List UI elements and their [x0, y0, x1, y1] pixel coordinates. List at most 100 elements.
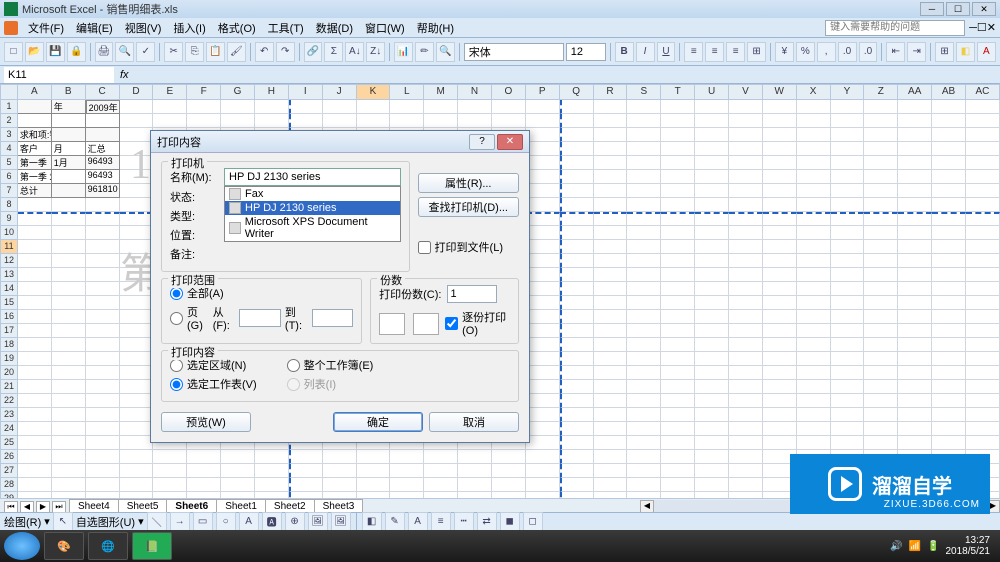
row-header[interactable]: 24: [0, 422, 18, 436]
cell[interactable]: [932, 352, 966, 366]
cell[interactable]: [560, 422, 594, 436]
cell[interactable]: [864, 352, 898, 366]
cell[interactable]: [864, 198, 898, 212]
cell[interactable]: [864, 254, 898, 268]
cell[interactable]: [560, 408, 594, 422]
zoom-icon[interactable]: 🔍: [436, 42, 455, 62]
menu-window[interactable]: 窗口(W): [359, 18, 411, 38]
cell[interactable]: [695, 156, 729, 170]
cell[interactable]: [52, 394, 86, 408]
cell[interactable]: [594, 366, 628, 380]
cell[interactable]: [661, 128, 695, 142]
cell[interactable]: [153, 100, 187, 114]
cell[interactable]: [594, 380, 628, 394]
cell[interactable]: [627, 394, 661, 408]
cell[interactable]: [627, 352, 661, 366]
cell[interactable]: [526, 436, 560, 450]
cell[interactable]: [797, 282, 831, 296]
cell[interactable]: [831, 380, 865, 394]
col-header-C[interactable]: C: [86, 84, 120, 100]
doc-restore[interactable]: ☐: [977, 21, 987, 34]
cell[interactable]: [86, 478, 120, 492]
row-header[interactable]: 11: [0, 240, 18, 254]
cell[interactable]: [695, 324, 729, 338]
cell[interactable]: [864, 296, 898, 310]
cell[interactable]: [187, 100, 221, 114]
cell[interactable]: [695, 366, 729, 380]
underline-icon[interactable]: U: [657, 42, 676, 62]
cell[interactable]: [18, 198, 52, 212]
cell[interactable]: [120, 478, 154, 492]
cell[interactable]: [763, 310, 797, 324]
decrease-decimal-icon[interactable]: .0: [859, 42, 878, 62]
cell[interactable]: [695, 394, 729, 408]
cell[interactable]: [932, 366, 966, 380]
cell[interactable]: [52, 240, 86, 254]
row-header[interactable]: 9: [0, 212, 18, 226]
cell[interactable]: [695, 380, 729, 394]
cell[interactable]: [898, 268, 932, 282]
cell[interactable]: [120, 184, 154, 198]
cell[interactable]: [86, 394, 120, 408]
cell[interactable]: 2009年: [86, 100, 120, 114]
cell[interactable]: [357, 114, 391, 128]
cell[interactable]: [560, 184, 594, 198]
cell[interactable]: [594, 240, 628, 254]
row-header[interactable]: 23: [0, 408, 18, 422]
cell[interactable]: [932, 394, 966, 408]
cell[interactable]: [86, 408, 120, 422]
cell[interactable]: [797, 324, 831, 338]
cell[interactable]: 96493: [86, 156, 120, 170]
cell[interactable]: [898, 240, 932, 254]
cell[interactable]: [932, 296, 966, 310]
cell[interactable]: [560, 478, 594, 492]
font-color-icon[interactable]: A: [977, 42, 996, 62]
cell[interactable]: [560, 366, 594, 380]
cell[interactable]: [120, 254, 154, 268]
cell[interactable]: [18, 366, 52, 380]
cell[interactable]: [932, 198, 966, 212]
cell[interactable]: [797, 422, 831, 436]
col-header-H[interactable]: H: [255, 84, 289, 100]
cell[interactable]: [594, 394, 628, 408]
cell[interactable]: [424, 100, 458, 114]
col-header-S[interactable]: S: [627, 84, 661, 100]
cell[interactable]: [695, 464, 729, 478]
row-header[interactable]: 1: [0, 100, 18, 114]
find-printer-button[interactable]: 查找打印机(D)...: [418, 197, 519, 217]
cell[interactable]: [120, 366, 154, 380]
cell[interactable]: [729, 394, 763, 408]
cell[interactable]: 总计: [18, 184, 52, 198]
cell[interactable]: [594, 142, 628, 156]
italic-icon[interactable]: I: [636, 42, 655, 62]
cell[interactable]: [729, 100, 763, 114]
cell[interactable]: [932, 240, 966, 254]
menu-tools[interactable]: 工具(T): [262, 18, 310, 38]
cell[interactable]: [661, 114, 695, 128]
cell[interactable]: [729, 422, 763, 436]
cell[interactable]: [323, 450, 357, 464]
cell[interactable]: [695, 240, 729, 254]
cell[interactable]: [86, 450, 120, 464]
percent-icon[interactable]: %: [796, 42, 815, 62]
cell[interactable]: [120, 142, 154, 156]
col-header-E[interactable]: E: [153, 84, 187, 100]
cell[interactable]: [120, 422, 154, 436]
align-center-icon[interactable]: ≡: [705, 42, 724, 62]
cell[interactable]: [763, 422, 797, 436]
cell[interactable]: 年: [52, 100, 86, 114]
cell[interactable]: [695, 408, 729, 422]
cell[interactable]: [966, 198, 1000, 212]
minimize-button[interactable]: ─: [920, 2, 944, 16]
cell[interactable]: [594, 422, 628, 436]
cell[interactable]: [797, 408, 831, 422]
cell[interactable]: [560, 310, 594, 324]
cell[interactable]: [661, 436, 695, 450]
cell[interactable]: [763, 394, 797, 408]
row-header[interactable]: 2: [0, 114, 18, 128]
tray-icon[interactable]: 🔊: [890, 541, 902, 552]
collate-checkbox[interactable]: [445, 317, 458, 330]
cell[interactable]: [221, 464, 255, 478]
cell[interactable]: 96493: [86, 170, 120, 184]
spelling-icon[interactable]: ✓: [136, 42, 155, 62]
